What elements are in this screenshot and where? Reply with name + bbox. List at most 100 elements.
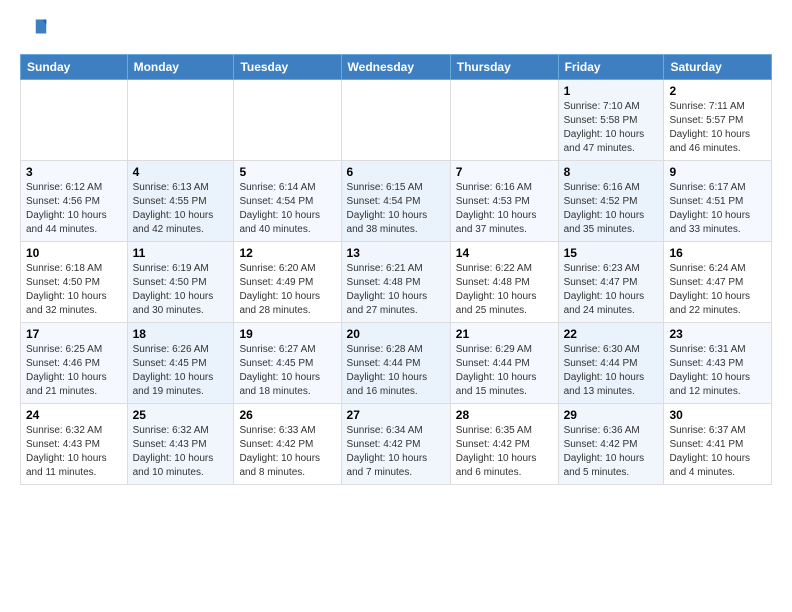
- day-info: Sunrise: 6:15 AM Sunset: 4:54 PM Dayligh…: [347, 181, 445, 237]
- calendar-cell: 16 Sunrise: 6:24 AM Sunset: 4:47 PM Dayli…: [664, 242, 772, 323]
- day-number: 10: [26, 246, 122, 260]
- day-info: Sunrise: 6:12 AM Sunset: 4:56 PM Dayligh…: [26, 181, 122, 237]
- calendar-cell: 18Sunrise: 6:26 AM Sunset: 4:45 PM Dayli…: [127, 323, 234, 404]
- calendar-cell: 19Sunrise: 6:27 AM Sunset: 4:45 PM Dayli…: [234, 323, 341, 404]
- day-info: Sunrise: 6:25 AM Sunset: 4:46 PM Dayligh…: [26, 343, 122, 399]
- day-info: Sunrise: 6:29 AM Sunset: 4:44 PM Dayligh…: [456, 343, 553, 399]
- calendar-cell: 22 Sunrise: 6:30 AM Sunset: 4:44 PM Dayli…: [558, 323, 664, 404]
- logo: [20, 16, 52, 44]
- day-info: Sunrise: 6:20 AM Sunset: 4:49 PM Dayligh…: [239, 262, 335, 318]
- day-info: Sunrise: 6:21 AM Sunset: 4:48 PM Dayligh…: [347, 262, 445, 318]
- calendar-cell: 2Sunrise: 7:11 AM Sunset: 5:57 PM Daylig…: [664, 80, 772, 161]
- calendar-cell: 12 Sunrise: 6:20 AM Sunset: 4:49 PM Dayli…: [234, 242, 341, 323]
- calendar-cell: 8 Sunrise: 6:16 AM Sunset: 4:52 PM Daylig…: [558, 161, 664, 242]
- calendar-cell: [341, 80, 450, 161]
- day-info: Sunrise: 6:17 AM Sunset: 4:51 PM Dayligh…: [669, 181, 766, 237]
- day-info: Sunrise: 6:32 AM Sunset: 4:43 PM Dayligh…: [133, 424, 229, 480]
- calendar-week-4: 17Sunrise: 6:25 AM Sunset: 4:46 PM Dayli…: [21, 323, 772, 404]
- day-number: 15: [564, 246, 659, 260]
- day-number: 3: [26, 165, 122, 179]
- calendar-cell: 13 Sunrise: 6:21 AM Sunset: 4:48 PM Dayli…: [341, 242, 450, 323]
- day-number: 24: [26, 408, 122, 422]
- calendar-cell: 21Sunrise: 6:29 AM Sunset: 4:44 PM Dayli…: [450, 323, 558, 404]
- calendar-cell: 30 Sunrise: 6:37 AM Sunset: 4:41 PM Dayli…: [664, 404, 772, 485]
- day-info: Sunrise: 6:28 AM Sunset: 4:44 PM Dayligh…: [347, 343, 445, 399]
- calendar-cell: 23Sunrise: 6:31 AM Sunset: 4:43 PM Dayli…: [664, 323, 772, 404]
- day-info: Sunrise: 6:34 AM Sunset: 4:42 PM Dayligh…: [347, 424, 445, 480]
- day-info: Sunrise: 6:19 AM Sunset: 4:50 PM Dayligh…: [133, 262, 229, 318]
- calendar-cell: 15 Sunrise: 6:23 AM Sunset: 4:47 PM Dayli…: [558, 242, 664, 323]
- day-info: Sunrise: 6:23 AM Sunset: 4:47 PM Dayligh…: [564, 262, 659, 318]
- day-info: Sunrise: 6:32 AM Sunset: 4:43 PM Dayligh…: [26, 424, 122, 480]
- calendar-cell: 7 Sunrise: 6:16 AM Sunset: 4:53 PM Daylig…: [450, 161, 558, 242]
- day-number: 16: [669, 246, 766, 260]
- col-header-thursday: Thursday: [450, 55, 558, 80]
- day-number: 2: [669, 84, 766, 98]
- day-number: 14: [456, 246, 553, 260]
- col-header-wednesday: Wednesday: [341, 55, 450, 80]
- day-number: 26: [239, 408, 335, 422]
- col-header-monday: Monday: [127, 55, 234, 80]
- day-number: 12: [239, 246, 335, 260]
- day-info: Sunrise: 6:37 AM Sunset: 4:41 PM Dayligh…: [669, 424, 766, 480]
- col-header-friday: Friday: [558, 55, 664, 80]
- calendar-cell: 3 Sunrise: 6:12 AM Sunset: 4:56 PM Daylig…: [21, 161, 128, 242]
- calendar-cell: 10 Sunrise: 6:18 AM Sunset: 4:50 PM Dayli…: [21, 242, 128, 323]
- calendar-cell: 26 Sunrise: 6:33 AM Sunset: 4:42 PM Dayli…: [234, 404, 341, 485]
- day-number: 18: [133, 327, 229, 341]
- logo-icon: [20, 16, 48, 44]
- calendar-cell: 27 Sunrise: 6:34 AM Sunset: 4:42 PM Dayli…: [341, 404, 450, 485]
- day-info: Sunrise: 6:27 AM Sunset: 4:45 PM Dayligh…: [239, 343, 335, 399]
- calendar-cell: [21, 80, 128, 161]
- calendar-week-5: 24 Sunrise: 6:32 AM Sunset: 4:43 PM Dayli…: [21, 404, 772, 485]
- day-number: 6: [347, 165, 445, 179]
- day-number: 13: [347, 246, 445, 260]
- calendar-cell: 6 Sunrise: 6:15 AM Sunset: 4:54 PM Daylig…: [341, 161, 450, 242]
- calendar-cell: 11 Sunrise: 6:19 AM Sunset: 4:50 PM Dayli…: [127, 242, 234, 323]
- day-number: 25: [133, 408, 229, 422]
- day-info: Sunrise: 6:16 AM Sunset: 4:53 PM Dayligh…: [456, 181, 553, 237]
- day-info: Sunrise: 6:33 AM Sunset: 4:42 PM Dayligh…: [239, 424, 335, 480]
- day-info: Sunrise: 6:24 AM Sunset: 4:47 PM Dayligh…: [669, 262, 766, 318]
- day-number: 9: [669, 165, 766, 179]
- calendar-cell: 17Sunrise: 6:25 AM Sunset: 4:46 PM Dayli…: [21, 323, 128, 404]
- day-number: 28: [456, 408, 553, 422]
- calendar-cell: [127, 80, 234, 161]
- day-number: 30: [669, 408, 766, 422]
- day-info: Sunrise: 6:18 AM Sunset: 4:50 PM Dayligh…: [26, 262, 122, 318]
- day-info: Sunrise: 6:35 AM Sunset: 4:42 PM Dayligh…: [456, 424, 553, 480]
- calendar-cell: 28 Sunrise: 6:35 AM Sunset: 4:42 PM Dayli…: [450, 404, 558, 485]
- day-number: 29: [564, 408, 659, 422]
- day-number: 7: [456, 165, 553, 179]
- col-header-sunday: Sunday: [21, 55, 128, 80]
- calendar-week-1: 1Sunrise: 7:10 AM Sunset: 5:58 PM Daylig…: [21, 80, 772, 161]
- day-info: Sunrise: 6:16 AM Sunset: 4:52 PM Dayligh…: [564, 181, 659, 237]
- day-number: 8: [564, 165, 659, 179]
- day-number: 5: [239, 165, 335, 179]
- col-header-tuesday: Tuesday: [234, 55, 341, 80]
- calendar-cell: 24 Sunrise: 6:32 AM Sunset: 4:43 PM Dayli…: [21, 404, 128, 485]
- calendar-cell: 14 Sunrise: 6:22 AM Sunset: 4:48 PM Dayli…: [450, 242, 558, 323]
- day-info: Sunrise: 6:30 AM Sunset: 4:44 PM Dayligh…: [564, 343, 659, 399]
- calendar-cell: 20 Sunrise: 6:28 AM Sunset: 4:44 PM Dayli…: [341, 323, 450, 404]
- day-number: 22: [564, 327, 659, 341]
- day-number: 4: [133, 165, 229, 179]
- calendar-cell: 4 Sunrise: 6:13 AM Sunset: 4:55 PM Daylig…: [127, 161, 234, 242]
- day-info: Sunrise: 6:36 AM Sunset: 4:42 PM Dayligh…: [564, 424, 659, 480]
- day-number: 27: [347, 408, 445, 422]
- day-info: Sunrise: 6:22 AM Sunset: 4:48 PM Dayligh…: [456, 262, 553, 318]
- day-number: 11: [133, 246, 229, 260]
- calendar-week-3: 10 Sunrise: 6:18 AM Sunset: 4:50 PM Dayli…: [21, 242, 772, 323]
- calendar-cell: 29 Sunrise: 6:36 AM Sunset: 4:42 PM Dayli…: [558, 404, 664, 485]
- calendar-cell: 5 Sunrise: 6:14 AM Sunset: 4:54 PM Daylig…: [234, 161, 341, 242]
- day-info: Sunrise: 6:13 AM Sunset: 4:55 PM Dayligh…: [133, 181, 229, 237]
- day-number: 20: [347, 327, 445, 341]
- calendar-week-2: 3 Sunrise: 6:12 AM Sunset: 4:56 PM Daylig…: [21, 161, 772, 242]
- calendar-cell: 25 Sunrise: 6:32 AM Sunset: 4:43 PM Dayli…: [127, 404, 234, 485]
- calendar-cell: 1Sunrise: 7:10 AM Sunset: 5:58 PM Daylig…: [558, 80, 664, 161]
- day-info: Sunrise: 6:31 AM Sunset: 4:43 PM Dayligh…: [669, 343, 766, 399]
- calendar-cell: [234, 80, 341, 161]
- calendar-table: SundayMondayTuesdayWednesdayThursdayFrid…: [20, 54, 772, 485]
- day-number: 1: [564, 84, 659, 98]
- day-info: Sunrise: 6:14 AM Sunset: 4:54 PM Dayligh…: [239, 181, 335, 237]
